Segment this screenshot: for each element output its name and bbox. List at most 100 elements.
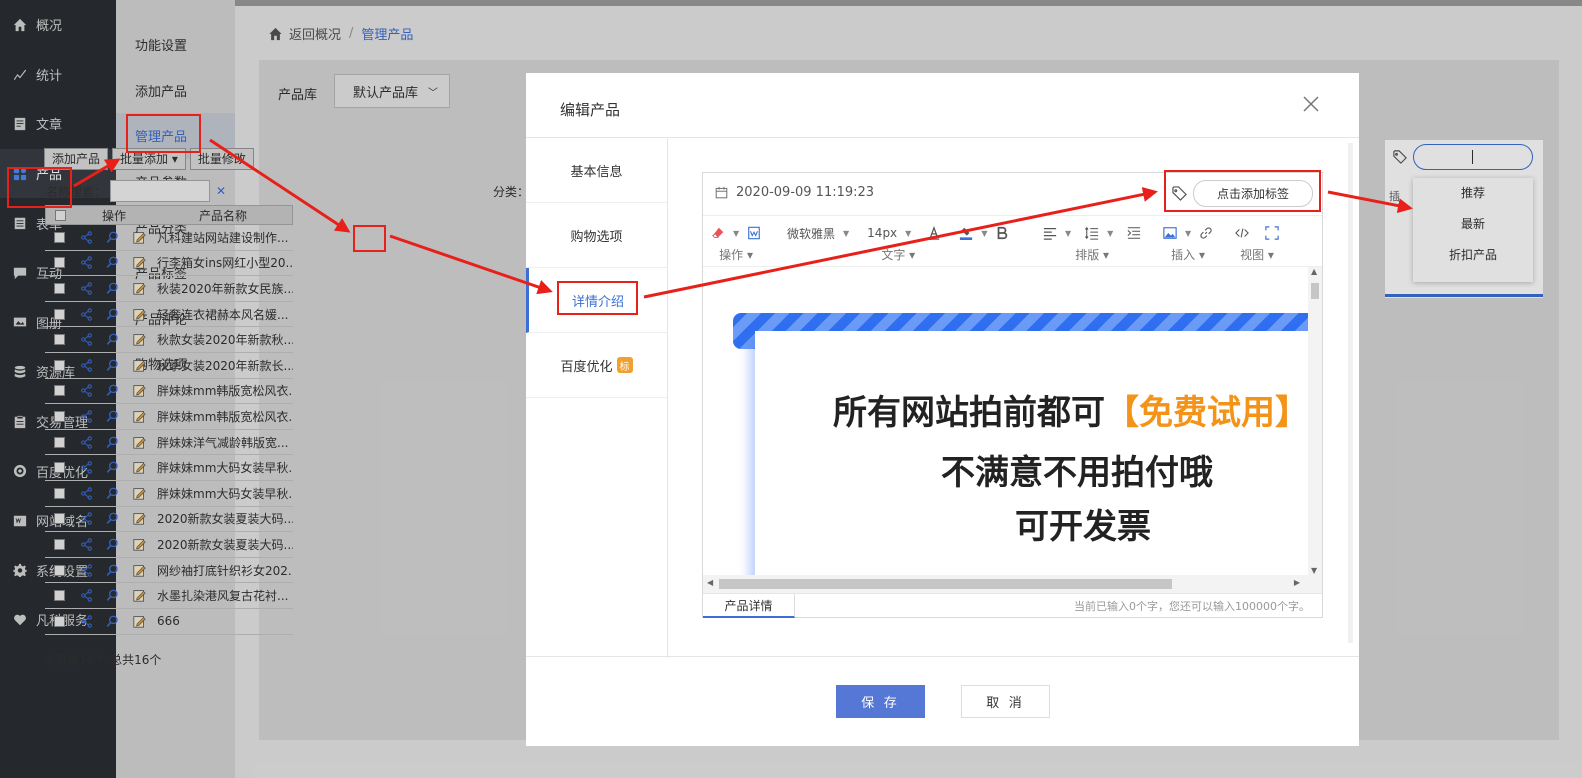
- share-icon[interactable]: [79, 512, 93, 526]
- group-label[interactable]: 文字 ▾: [881, 246, 915, 263]
- share-icon[interactable]: [79, 358, 93, 372]
- product-name[interactable]: 凡科建站网站建设制作...: [153, 229, 293, 246]
- close-icon[interactable]: [1302, 95, 1320, 113]
- share-icon[interactable]: [79, 281, 93, 295]
- tab-shopping-options[interactable]: 购物选项: [526, 203, 667, 268]
- select-all-checkbox[interactable]: [54, 209, 66, 221]
- row-checkbox[interactable]: [53, 513, 65, 525]
- row-checkbox[interactable]: [53, 231, 65, 243]
- scroll-thumb[interactable]: [1311, 283, 1319, 299]
- product-name[interactable]: 网纱袖打底针织衫女202...: [153, 562, 293, 579]
- modal-scrollbar[interactable]: [1348, 143, 1353, 643]
- align-left-icon[interactable]: [1043, 226, 1057, 240]
- preview-icon[interactable]: [106, 614, 120, 628]
- group-label[interactable]: 排版 ▾: [1075, 246, 1109, 263]
- subnav-item-add-product[interactable]: 添加产品: [116, 68, 235, 114]
- scroll-up-icon[interactable]: ▲: [1311, 267, 1317, 276]
- share-icon[interactable]: [79, 461, 93, 475]
- indent-icon[interactable]: [1127, 226, 1141, 240]
- product-name[interactable]: 行李箱女ins网红小型20...: [153, 254, 293, 271]
- row-checkbox[interactable]: [53, 385, 65, 397]
- tag-option-recommend[interactable]: 推荐: [1413, 178, 1533, 209]
- edit-icon[interactable]: [133, 358, 147, 372]
- row-checkbox[interactable]: [53, 308, 65, 320]
- row-checkbox[interactable]: [53, 564, 65, 576]
- product-name[interactable]: 胖妹妹mm大码女装早秋...: [153, 459, 293, 476]
- product-name[interactable]: 2020新款女装夏装大码...: [153, 536, 293, 553]
- product-name[interactable]: 轻奢连衣裙赫本风名媛...: [153, 306, 293, 323]
- edit-icon[interactable]: [133, 537, 147, 551]
- share-icon[interactable]: [79, 230, 93, 244]
- link-icon[interactable]: [1199, 226, 1213, 240]
- group-label[interactable]: 操作 ▾: [719, 246, 753, 263]
- edit-icon[interactable]: [133, 256, 147, 270]
- preview-icon[interactable]: [106, 409, 120, 423]
- edit-icon[interactable]: [133, 384, 147, 398]
- product-name[interactable]: 秋款女装2020年新款秋...: [153, 331, 293, 348]
- bold-icon[interactable]: [995, 226, 1009, 240]
- scroll-right-icon[interactable]: ▶: [1294, 578, 1300, 587]
- subnav-item-settings[interactable]: 功能设置: [116, 22, 235, 68]
- format-icon[interactable]: [747, 226, 761, 240]
- row-checkbox[interactable]: [53, 334, 65, 346]
- line-height-icon[interactable]: [1085, 226, 1099, 240]
- search-input[interactable]: [110, 180, 211, 202]
- product-name[interactable]: 水墨扎染港风复古花衬...: [153, 587, 293, 604]
- row-checkbox[interactable]: [53, 538, 65, 550]
- edit-icon[interactable]: [133, 461, 147, 475]
- tab-basic-info[interactable]: 基本信息: [526, 138, 667, 203]
- chevron-down-icon[interactable]: ▼: [843, 229, 849, 238]
- font-family-select[interactable]: 微软雅黑: [787, 225, 835, 242]
- eraser-icon[interactable]: [711, 226, 725, 240]
- product-name[interactable]: 胖妹妹mm韩版宽松风衣...: [153, 408, 293, 425]
- font-size-select[interactable]: 14px: [867, 226, 897, 240]
- tab-baidu-seo[interactable]: 百度优化标: [526, 333, 667, 398]
- preview-icon[interactable]: [106, 230, 120, 244]
- preview-icon[interactable]: [106, 537, 120, 551]
- fullscreen-icon[interactable]: [1265, 226, 1279, 240]
- row-checkbox[interactable]: [53, 615, 65, 627]
- preview-icon[interactable]: [106, 589, 120, 603]
- edit-icon[interactable]: [133, 486, 147, 500]
- font-color-icon[interactable]: [927, 226, 941, 240]
- share-icon[interactable]: [79, 614, 93, 628]
- nav-item-stats[interactable]: 统计: [0, 50, 116, 100]
- nav-item-article[interactable]: 文章: [0, 99, 116, 149]
- share-icon[interactable]: [79, 409, 93, 423]
- edit-icon[interactable]: [133, 563, 147, 577]
- chevron-down-icon[interactable]: ▼: [1065, 229, 1071, 238]
- save-button[interactable]: 保 存: [836, 685, 925, 718]
- product-name[interactable]: 秋季女装2020年新款长...: [153, 357, 293, 374]
- edit-icon[interactable]: [133, 409, 147, 423]
- scroll-thumb[interactable]: [719, 579, 1172, 589]
- highlight-icon[interactable]: [959, 226, 973, 240]
- clear-icon[interactable]: ✕: [216, 184, 226, 198]
- product-name[interactable]: 2020新款女装夏装大码...: [153, 510, 293, 527]
- chevron-down-icon[interactable]: ▼: [905, 229, 911, 238]
- share-icon[interactable]: [79, 435, 93, 449]
- preview-icon[interactable]: [106, 358, 120, 372]
- preview-icon[interactable]: [106, 384, 120, 398]
- edit-icon[interactable]: [133, 307, 147, 321]
- row-checkbox[interactable]: [53, 359, 65, 371]
- preview-icon[interactable]: [106, 281, 120, 295]
- tag-option-newest[interactable]: 最新: [1413, 209, 1533, 240]
- tag-option-discount[interactable]: 折扣产品: [1413, 240, 1533, 271]
- share-icon[interactable]: [79, 384, 93, 398]
- chevron-down-icon[interactable]: ▼: [981, 229, 987, 238]
- row-checkbox[interactable]: [53, 282, 65, 294]
- share-icon[interactable]: [79, 256, 93, 270]
- code-icon[interactable]: [1235, 226, 1249, 240]
- nav-item-overview[interactable]: 概况: [0, 0, 116, 50]
- share-icon[interactable]: [79, 563, 93, 577]
- product-name[interactable]: 胖妹妹mm韩版宽松风衣...: [153, 382, 293, 399]
- group-label[interactable]: 插入 ▾: [1171, 246, 1205, 263]
- preview-icon[interactable]: [106, 461, 120, 475]
- chevron-down-icon[interactable]: ▼: [1107, 229, 1113, 238]
- product-name[interactable]: 胖妹妹mm大码女装早秋...: [153, 485, 293, 502]
- preview-icon[interactable]: [106, 563, 120, 577]
- library-select[interactable]: 默认产品库 ﹀: [334, 74, 450, 108]
- product-name[interactable]: 666: [153, 614, 293, 628]
- edit-icon[interactable]: [133, 230, 147, 244]
- edit-icon[interactable]: [133, 435, 147, 449]
